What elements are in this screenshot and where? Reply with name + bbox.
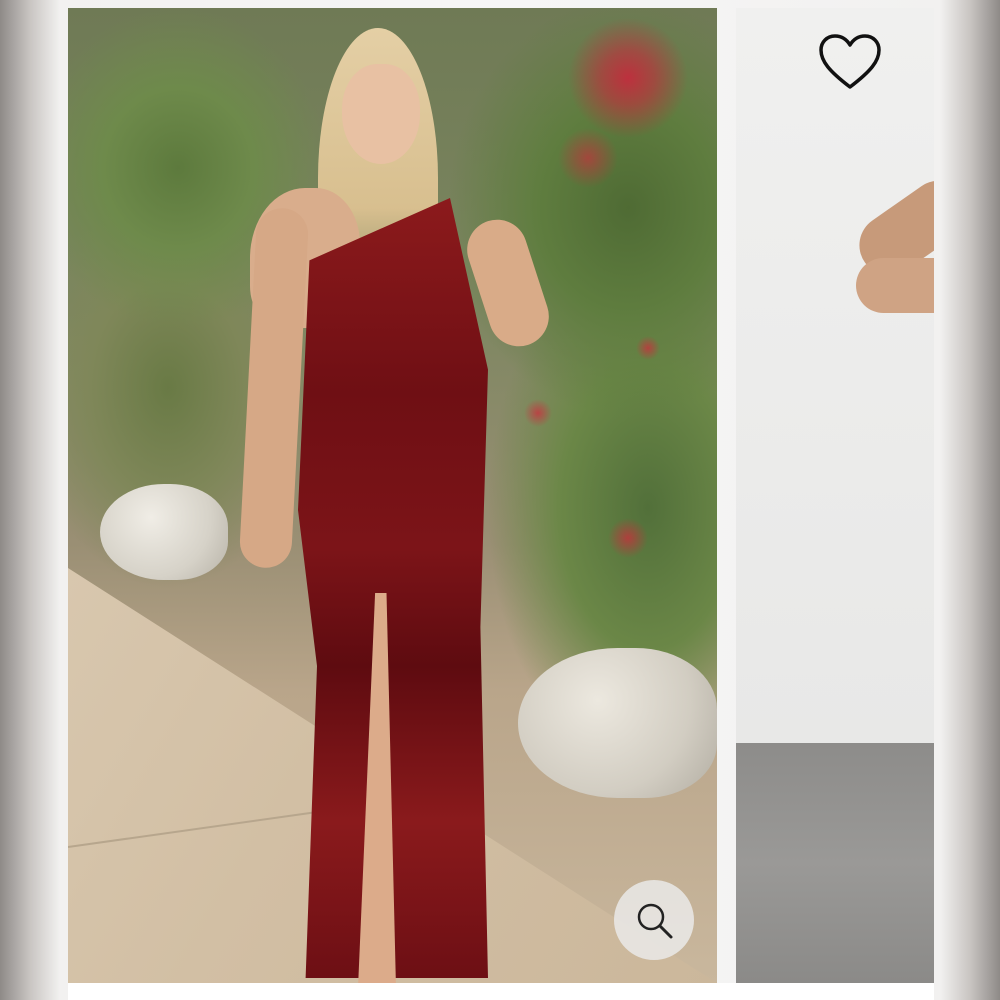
model-forearm-partial — [856, 258, 934, 313]
model-figure — [238, 28, 568, 983]
model-face — [342, 64, 420, 164]
magnifier-icon — [637, 903, 673, 939]
studio-floor — [736, 743, 934, 983]
favorite-button[interactable] — [814, 30, 886, 94]
product-photo-secondary[interactable] — [736, 8, 934, 983]
image-gallery — [0, 0, 1000, 1000]
studio-wall — [736, 8, 934, 743]
rock-left — [100, 484, 228, 580]
heart-outline-icon — [819, 34, 881, 89]
zoom-button[interactable] — [614, 880, 694, 960]
gallery-bottom-edge — [68, 983, 934, 1000]
product-photo-main[interactable] — [68, 8, 717, 983]
velvet-gown — [298, 198, 488, 978]
